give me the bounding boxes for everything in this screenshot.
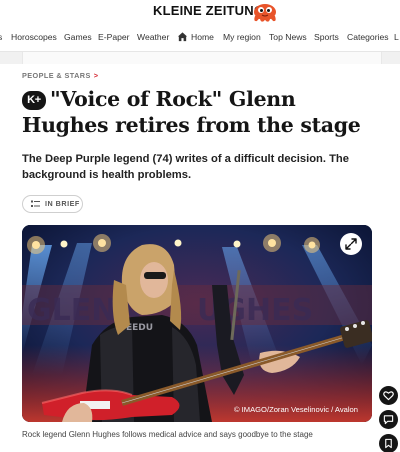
comment-icon (383, 415, 394, 425)
logo-row: KLEINE ZEITUNG (0, 0, 400, 26)
kicker-arrow-icon: > (93, 71, 99, 80)
article-teaser: The Deep Purple legend (74) writes of a … (22, 153, 349, 181)
premium-badge: K+ (22, 91, 46, 110)
article-headline: K+ "Voice of Rock" Glenn Hughes retires f… (22, 86, 372, 138)
octopus-mascot-icon[interactable] (251, 3, 279, 23)
ad-placeholder (22, 52, 382, 64)
nav-item-cut-right[interactable]: L (394, 28, 399, 46)
nav-item-categories[interactable]: Categories (347, 28, 389, 46)
nav-item-cut[interactable]: s (0, 28, 2, 46)
expand-icon (345, 238, 357, 250)
bookmark-icon (385, 438, 392, 449)
nav-item-epaper[interactable]: E-Paper (98, 28, 130, 46)
headline-text: "Voice of Rock" Glenn Hughes retires fro… (22, 87, 361, 137)
svg-text:EEDU: EEDU (126, 323, 153, 333)
site-header: KLEINE ZEITUNG s Horoscopes Games E-Pape… (0, 0, 400, 52)
expand-image-button[interactable] (340, 233, 362, 255)
in-brief-label: IN BRIEF (45, 199, 80, 208)
nav-item-weather[interactable]: Weather (137, 28, 169, 46)
image-credit: © IMAGO/Zoran Veselinovic / Avalon (233, 405, 358, 414)
article-hero-image[interactable]: GLENN UGHES EEDU © IMAGO/Zoran Veselinov… (22, 225, 372, 422)
nav-item-horoscopes[interactable]: Horoscopes (11, 28, 57, 46)
concert-photo: GLENN UGHES EEDU (22, 225, 372, 422)
nav-item-home[interactable]: Home (191, 28, 214, 46)
comments-button[interactable] (379, 410, 398, 429)
in-brief-button[interactable]: IN BRIEF (22, 195, 83, 213)
nav-item-my-region[interactable]: My region (223, 28, 261, 46)
like-button[interactable] (379, 386, 398, 405)
nav-item-sports[interactable]: Sports (314, 28, 339, 46)
heart-icon (383, 391, 394, 401)
article-kicker[interactable]: PEOPLE & STARS > (22, 71, 98, 80)
nav-item-top-news[interactable]: Top News (269, 28, 307, 46)
list-icon (31, 200, 40, 207)
home-icon[interactable] (177, 31, 188, 42)
kicker-label: PEOPLE & STARS (22, 71, 91, 80)
nav-item-games[interactable]: Games (64, 28, 92, 46)
bookmark-button[interactable] (379, 434, 398, 452)
site-logo[interactable]: KLEINE ZEITUNG (153, 3, 264, 18)
ad-placeholder-band (0, 52, 400, 64)
image-caption: Rock legend Glenn Hughes follows medical… (22, 430, 313, 439)
